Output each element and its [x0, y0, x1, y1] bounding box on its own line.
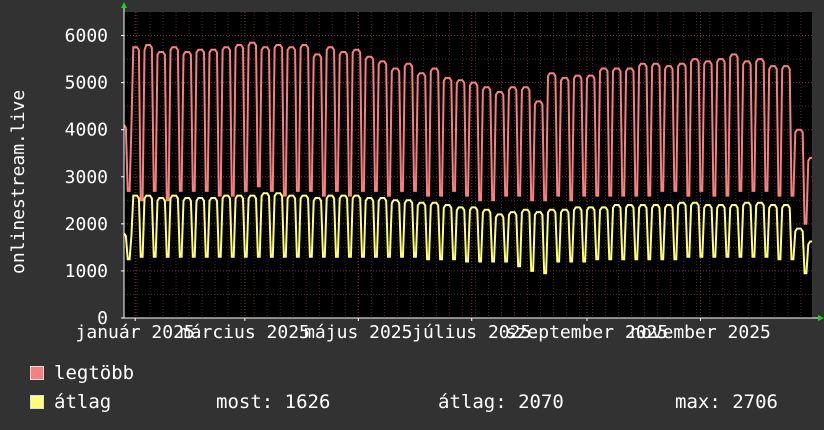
y-tick-label: 1000 — [65, 261, 108, 282]
y-axis-arrow — [121, 2, 127, 8]
stat-now: most: 1626 — [216, 391, 331, 413]
x-tick-labels: január 2025március 2025május 2025 július … — [76, 318, 771, 343]
y-tick-label: 4000 — [65, 120, 108, 141]
stat-average: átlag: 2070 — [438, 391, 564, 413]
legend-item-max: legtöbb — [30, 362, 134, 384]
x-tick-label: január 2025 — [76, 322, 195, 343]
legend-swatch-avg — [30, 395, 44, 409]
x-tick-label: május 2025 — [304, 322, 412, 343]
y-tick-label: 6000 — [65, 26, 108, 47]
x-tick-label: november 2025 — [630, 322, 771, 343]
legend-swatch-max — [30, 366, 44, 380]
legend-label-avg: átlag — [54, 391, 112, 413]
stat-max: max: 2706 — [675, 391, 778, 413]
legend-item-avg: átlag — [30, 391, 111, 413]
x-tick-label: március 2025 — [180, 322, 310, 343]
y-tick-label: 2000 — [65, 214, 108, 235]
y-tick-labels: 0100020003000400050006000 — [65, 26, 124, 329]
legend-label-max: legtöbb — [54, 362, 135, 384]
y-tick-label: 5000 — [65, 73, 108, 94]
x-axis-arrow — [818, 315, 824, 321]
y-tick-label: 3000 — [65, 167, 108, 188]
y-axis-label: onlinestream.live — [8, 89, 29, 274]
